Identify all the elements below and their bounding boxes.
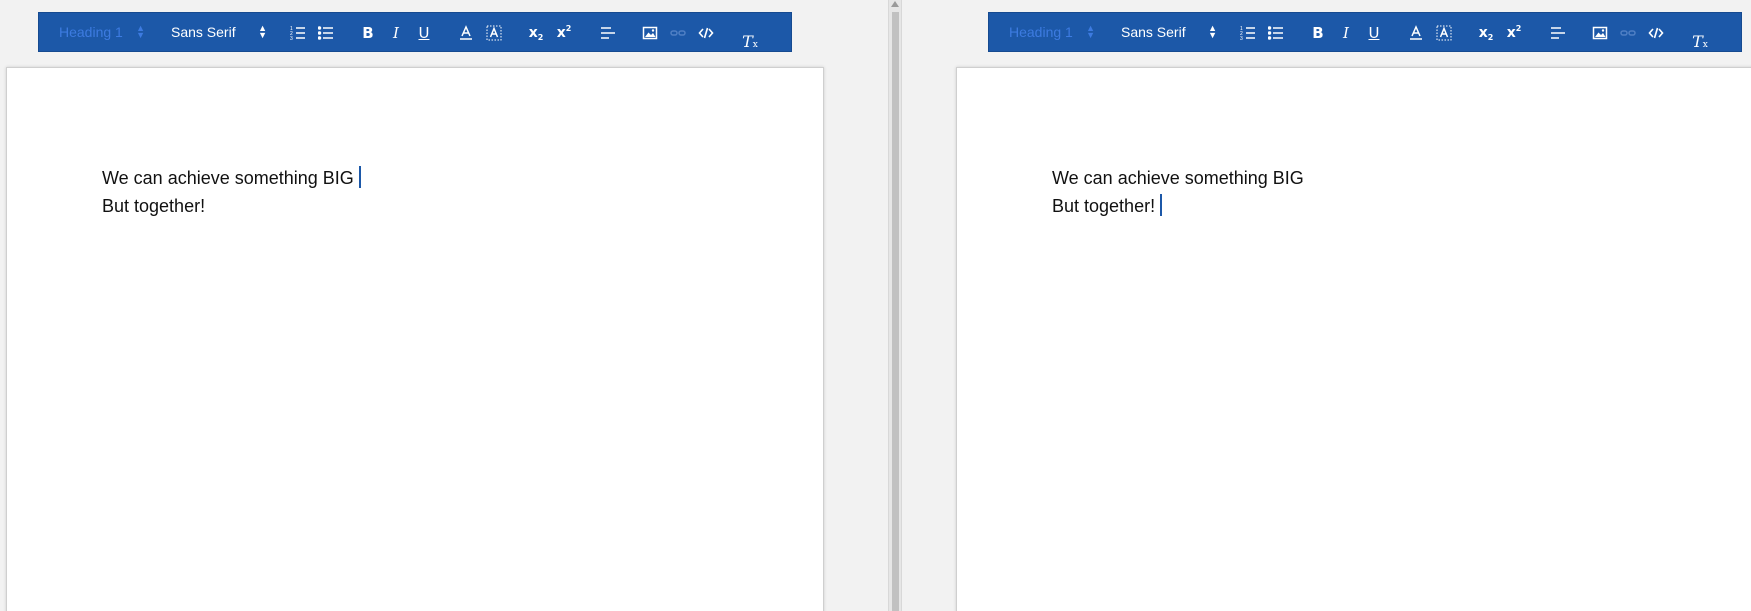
link-icon bbox=[1620, 30, 1636, 36]
link-button[interactable] bbox=[667, 22, 689, 44]
svg-text:3: 3 bbox=[290, 36, 293, 41]
bold-button[interactable]: B bbox=[1307, 22, 1329, 44]
pane-divider[interactable] bbox=[888, 0, 902, 611]
document-text[interactable]: We can achieve something BIG But togethe… bbox=[1052, 164, 1304, 220]
text-line: We can achieve something BIG bbox=[102, 164, 361, 192]
highlight-icon bbox=[486, 25, 502, 41]
ordered-list-button[interactable]: 123 bbox=[1237, 22, 1259, 44]
text-caret bbox=[1160, 194, 1163, 216]
select-arrows-icon: ▲ ▼ bbox=[1086, 23, 1095, 40]
align-left-icon bbox=[601, 27, 615, 39]
heading-select-value: Heading 1 bbox=[1009, 24, 1073, 40]
underline-button[interactable]: U bbox=[413, 22, 435, 44]
subscript-label: x bbox=[528, 25, 538, 41]
bullet-list-button[interactable] bbox=[1265, 22, 1287, 44]
heading-select[interactable]: Heading 1 ▲ ▼ bbox=[59, 20, 145, 44]
bold-button[interactable]: B bbox=[357, 22, 379, 44]
subscript-button[interactable]: x2 bbox=[525, 22, 547, 44]
highlight-button[interactable] bbox=[483, 22, 505, 44]
superscript-label: x bbox=[1506, 25, 1516, 41]
right-editor-pane: Heading 1 ▲ ▼ Sans Serif ▲ ▼ 123 B I U x2 … bbox=[902, 0, 1751, 611]
superscript-mark: 2 bbox=[1515, 23, 1522, 33]
italic-button[interactable]: I bbox=[1335, 22, 1357, 44]
subscript-mark: 2 bbox=[1487, 32, 1494, 42]
subscript-label: x bbox=[1478, 25, 1488, 41]
editor-toolbar: Heading 1 ▲ ▼ Sans Serif ▲ ▼ 123 B I U x2 … bbox=[38, 12, 792, 52]
text-line: But together! bbox=[1052, 192, 1304, 220]
image-button[interactable] bbox=[1589, 22, 1611, 44]
superscript-button[interactable]: x2 bbox=[1503, 22, 1525, 44]
subscript-mark: 2 bbox=[537, 32, 544, 42]
ordered-list-icon: 123 bbox=[290, 26, 305, 41]
bullet-list-icon bbox=[318, 26, 333, 40]
clear-format-label: T bbox=[1692, 31, 1703, 51]
text-line-content: We can achieve something BIG bbox=[1052, 168, 1304, 188]
select-arrows-icon: ▲ ▼ bbox=[1208, 23, 1217, 40]
code-icon bbox=[1648, 27, 1664, 39]
text-line-content: We can achieve something BIG bbox=[102, 168, 354, 188]
clear-format-mark: x bbox=[752, 40, 758, 50]
editor-page[interactable]: We can achieve something BIG But togethe… bbox=[6, 67, 824, 611]
clear-format-label: T bbox=[742, 31, 753, 51]
svg-text:3: 3 bbox=[1240, 36, 1243, 41]
text-line-content: But together! bbox=[102, 196, 206, 216]
superscript-button[interactable]: x2 bbox=[553, 22, 575, 44]
scrollbar-thumb[interactable] bbox=[892, 12, 899, 611]
underline-button[interactable]: U bbox=[1363, 22, 1385, 44]
clear-format-mark: x bbox=[1702, 40, 1708, 50]
image-button[interactable] bbox=[639, 22, 661, 44]
editor-page[interactable]: We can achieve something BIG But togethe… bbox=[956, 67, 1751, 611]
heading-select-value: Heading 1 bbox=[59, 24, 123, 40]
scroll-up-arrow-icon[interactable] bbox=[891, 1, 899, 7]
superscript-mark: 2 bbox=[565, 23, 572, 33]
font-select[interactable]: Sans Serif ▲ ▼ bbox=[1121, 20, 1217, 44]
link-button[interactable] bbox=[1617, 22, 1639, 44]
image-icon bbox=[1592, 26, 1608, 40]
select-arrows-icon: ▲ ▼ bbox=[136, 23, 145, 40]
font-color-button[interactable] bbox=[455, 22, 477, 44]
font-color-icon bbox=[1410, 25, 1422, 40]
link-icon bbox=[670, 30, 686, 36]
align-button[interactable] bbox=[1547, 22, 1569, 44]
code-button[interactable] bbox=[1645, 22, 1667, 44]
highlight-button[interactable] bbox=[1433, 22, 1455, 44]
bullet-list-button[interactable] bbox=[315, 22, 337, 44]
font-select-value: Sans Serif bbox=[1121, 24, 1186, 40]
left-editor-pane: Heading 1 ▲ ▼ Sans Serif ▲ ▼ 123 B I U x2 … bbox=[0, 0, 888, 611]
bullet-list-icon bbox=[1268, 26, 1283, 40]
font-select-value: Sans Serif bbox=[171, 24, 236, 40]
select-arrows-icon: ▲ ▼ bbox=[258, 23, 267, 40]
text-line: We can achieve something BIG bbox=[1052, 164, 1304, 192]
ordered-list-icon: 123 bbox=[1240, 26, 1255, 41]
text-line-content: But together! bbox=[1052, 196, 1156, 216]
italic-button[interactable]: I bbox=[385, 22, 407, 44]
image-icon bbox=[642, 26, 658, 40]
code-button[interactable] bbox=[695, 22, 717, 44]
font-color-button[interactable] bbox=[1405, 22, 1427, 44]
document-text[interactable]: We can achieve something BIG But togethe… bbox=[102, 164, 361, 220]
highlight-icon bbox=[1436, 25, 1452, 41]
align-left-icon bbox=[1551, 27, 1565, 39]
font-select[interactable]: Sans Serif ▲ ▼ bbox=[171, 20, 267, 44]
font-color-icon bbox=[460, 25, 472, 40]
ordered-list-button[interactable]: 123 bbox=[287, 22, 309, 44]
superscript-label: x bbox=[556, 25, 566, 41]
editor-toolbar: Heading 1 ▲ ▼ Sans Serif ▲ ▼ 123 B I U x2 … bbox=[988, 12, 1742, 52]
text-line: But together! bbox=[102, 192, 361, 220]
clear-format-button[interactable]: Tx bbox=[739, 30, 761, 52]
align-button[interactable] bbox=[597, 22, 619, 44]
code-icon bbox=[698, 27, 714, 39]
clear-format-button[interactable]: Tx bbox=[1689, 30, 1711, 52]
heading-select[interactable]: Heading 1 ▲ ▼ bbox=[1009, 20, 1095, 44]
subscript-button[interactable]: x2 bbox=[1475, 22, 1497, 44]
text-caret bbox=[358, 166, 361, 188]
